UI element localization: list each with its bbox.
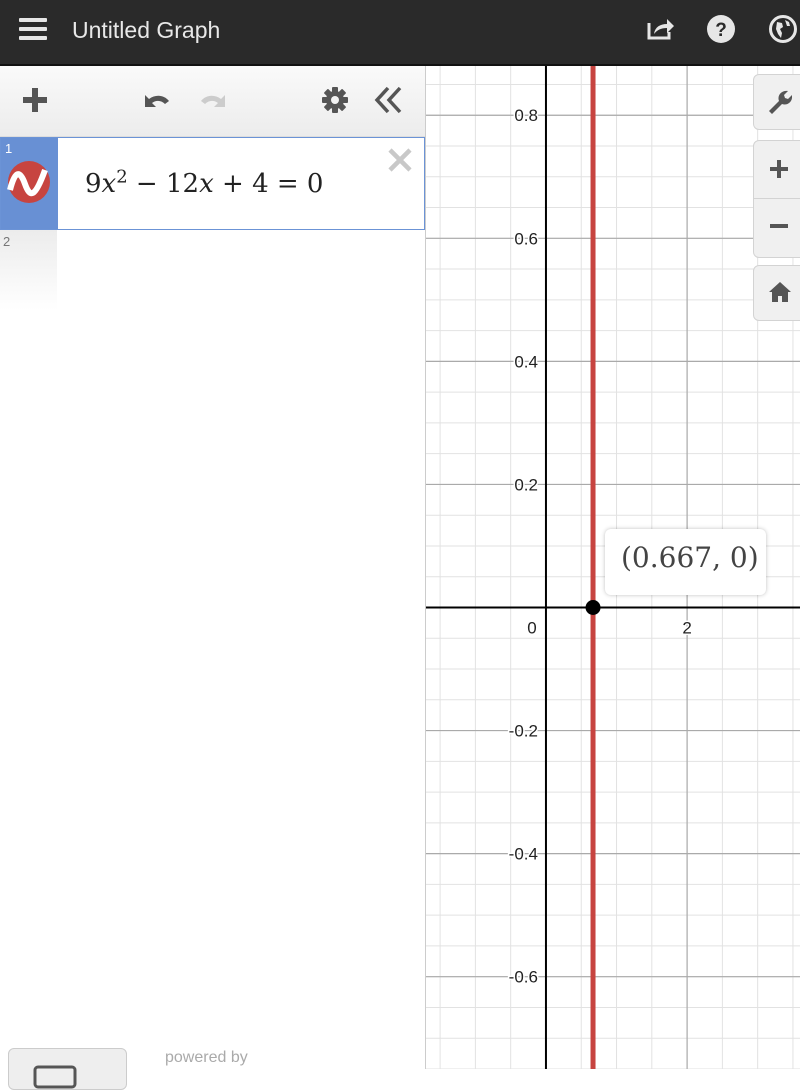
close-icon[interactable] xyxy=(386,146,414,174)
x-tick-label: 0 xyxy=(527,618,536,637)
expression-tab: 2 xyxy=(0,230,57,310)
zoom-in-icon[interactable] xyxy=(768,158,790,180)
undo-icon[interactable] xyxy=(140,83,174,117)
graph-settings-button[interactable] xyxy=(753,74,800,130)
zoom-out-icon[interactable] xyxy=(768,215,790,237)
share-icon[interactable] xyxy=(645,14,675,44)
zoom-controls xyxy=(753,140,800,258)
y-tick-label: 0.8 xyxy=(514,106,538,125)
expression-item[interactable]: 1 9x2 − 12x + 4 = 0 xyxy=(0,137,425,230)
home-icon xyxy=(769,282,791,302)
point-coordinates: (0.667, 0) xyxy=(621,541,759,574)
divider xyxy=(754,198,800,199)
y-tick-label: -0.4 xyxy=(509,845,538,864)
expression-text: 9x2 − 12x + 4 = 0 xyxy=(85,166,324,199)
expression-index: 2 xyxy=(3,234,11,249)
y-tick-label: -0.6 xyxy=(509,968,538,987)
expression-tab[interactable]: 1 xyxy=(1,138,58,229)
help-icon[interactable]: ? xyxy=(706,14,736,44)
expression-toolbar xyxy=(0,66,425,137)
home-button[interactable] xyxy=(753,265,800,321)
expression-panel: 1 9x2 − 12x + 4 = 0 2 powered by xyxy=(0,66,426,1090)
expression-item-empty[interactable]: 2 xyxy=(0,230,425,310)
keyboard-button[interactable] xyxy=(8,1048,127,1090)
powered-by-label: powered by xyxy=(165,1049,248,1066)
graph-title[interactable]: Untitled Graph xyxy=(72,17,220,44)
point-tooltip: (0.667, 0) xyxy=(605,529,766,595)
menu-icon[interactable] xyxy=(19,18,47,42)
expression-math[interactable]: 9x2 − 12x + 4 = 0 xyxy=(85,166,323,199)
y-tick-label: 0.4 xyxy=(514,352,538,371)
top-bar: Untitled Graph ? xyxy=(0,0,800,66)
y-tick-label: -0.2 xyxy=(509,722,538,741)
x-tick-label: 2 xyxy=(682,618,691,637)
add-icon[interactable] xyxy=(18,83,52,117)
settings-icon[interactable] xyxy=(318,83,352,117)
expression-index: 1 xyxy=(5,141,13,156)
collapse-panel-icon[interactable] xyxy=(373,83,407,117)
svg-text:?: ? xyxy=(715,20,727,41)
y-tick-label: 0.6 xyxy=(514,229,538,248)
y-tick-label: 0.2 xyxy=(514,475,538,494)
intersection-point xyxy=(585,599,601,615)
graph-line-icon[interactable] xyxy=(7,160,51,204)
wrench-icon xyxy=(769,90,792,114)
redo-icon[interactable] xyxy=(196,83,230,117)
globe-icon[interactable] xyxy=(768,14,798,44)
